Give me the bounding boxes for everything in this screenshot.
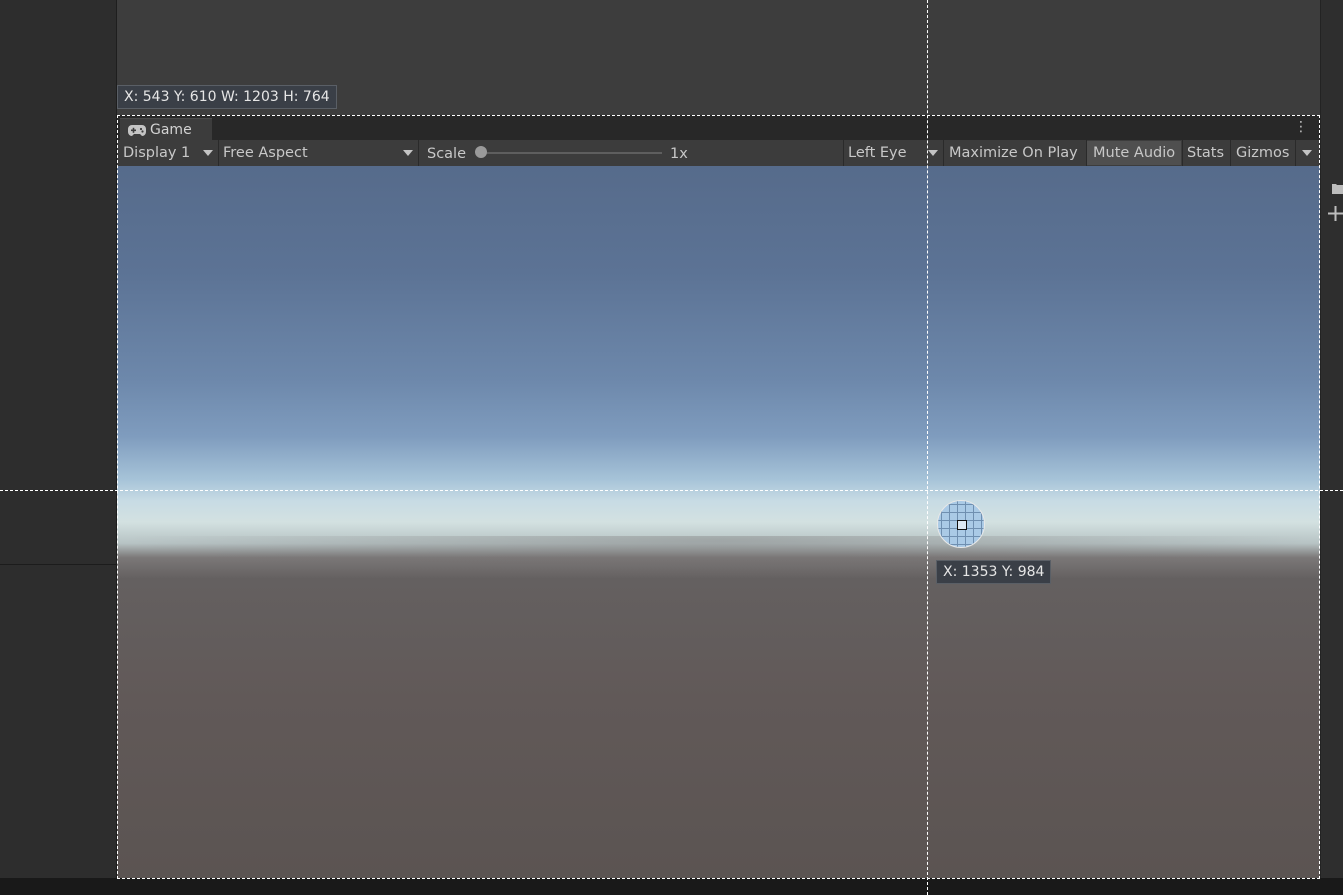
- cursor-point-readout: X: 1353 Y: 984: [936, 560, 1052, 584]
- crosshair-vertical-guide: [927, 0, 928, 895]
- add-icon[interactable]: [1328, 206, 1343, 221]
- left-side-panel: [0, 0, 117, 878]
- right-side-strip: [1320, 0, 1343, 878]
- folder-icon[interactable]: [1332, 182, 1343, 194]
- magnifier-center-pixel: [957, 520, 967, 530]
- left-panel-divider: [0, 564, 116, 565]
- selection-rect-readout: X: 543 Y: 610 W: 1203 H: 764: [117, 85, 337, 109]
- magnifier-loupe: [937, 500, 985, 548]
- bottom-status-bar: [0, 878, 1343, 895]
- selection-rectangle: [117, 115, 1320, 879]
- crosshair-horizontal-guide: [0, 490, 1343, 491]
